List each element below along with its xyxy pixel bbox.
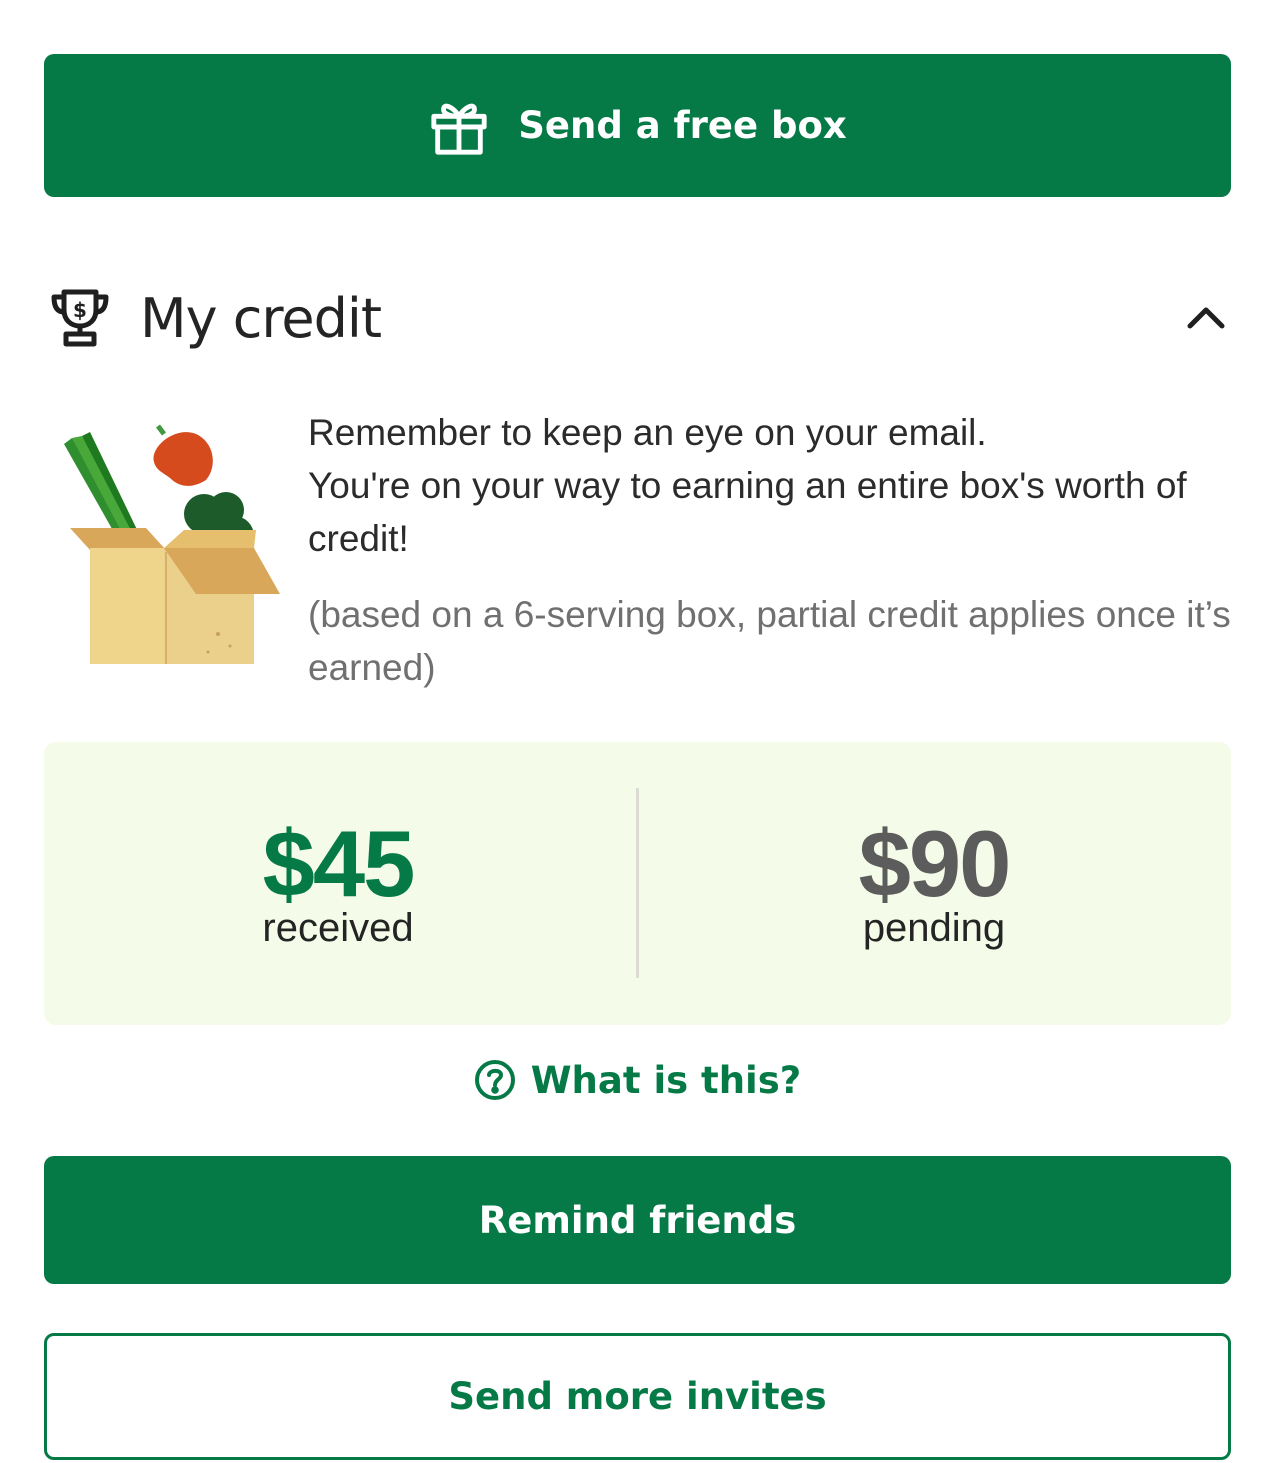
svg-text:$: $ <box>73 298 87 322</box>
received-label: received <box>262 906 414 950</box>
trophy-icon: $ <box>51 289 109 347</box>
pending-credit: $90 pending <box>724 811 1144 950</box>
pepper-icon <box>153 424 213 486</box>
send-free-box-label: Send a free box <box>518 104 847 147</box>
veggie-box-illustration <box>64 424 280 664</box>
chevron-up-icon[interactable] <box>1184 296 1228 340</box>
cardboard-box-icon <box>70 528 280 664</box>
received-credit: $45 received <box>128 811 548 950</box>
credit-message: Remember to keep an eye on your email. Y… <box>308 406 1238 565</box>
question-circle-icon <box>474 1060 515 1100</box>
pending-label: pending <box>862 906 1006 950</box>
referral-page: Send a free box $ My credit Remember to … <box>0 0 1274 1463</box>
credit-divider <box>636 788 639 978</box>
pending-amount: $90 <box>858 811 1012 916</box>
send-more-invites-label: Send more invites <box>448 1375 827 1418</box>
remind-friends-label: Remind friends <box>478 1198 797 1242</box>
my-credit-header[interactable]: $ My credit <box>48 276 1228 360</box>
send-free-box-button[interactable]: Send a free box <box>44 54 1231 197</box>
send-more-invites-button[interactable]: Send more invites <box>44 1333 1231 1460</box>
what-is-this-label: What is this? <box>530 1058 802 1102</box>
gift-icon <box>431 103 487 155</box>
remind-friends-button[interactable]: Remind friends <box>44 1156 1231 1284</box>
credit-note: (based on a 6-serving box, partial credi… <box>308 594 1231 688</box>
credit-message-line1: Remember to keep an eye on your email. <box>308 412 987 453</box>
received-amount: $45 <box>262 811 416 916</box>
credit-message-line2: You're on your way to earning an entire … <box>308 465 1187 559</box>
credit-summary-panel: $45 received $90 pending <box>44 742 1231 1025</box>
what-is-this-link[interactable]: What is this? <box>0 1052 1274 1108</box>
section-title: My credit <box>140 286 382 350</box>
